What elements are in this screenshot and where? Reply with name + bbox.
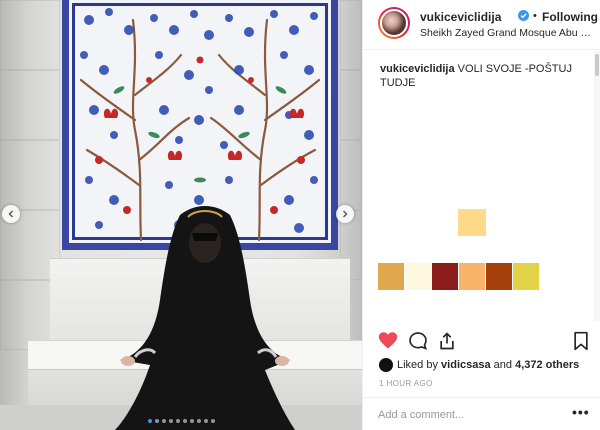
seated-woman-figure xyxy=(115,206,295,430)
heart-icon[interactable] xyxy=(378,331,398,351)
action-bar xyxy=(363,327,600,355)
add-comment-bar: ••• xyxy=(363,397,600,430)
carousel-dot xyxy=(189,419,194,423)
likes-join: and xyxy=(493,359,513,371)
share-icon[interactable] xyxy=(437,331,457,351)
following-button[interactable]: Following xyxy=(542,10,598,24)
wall-tile xyxy=(340,70,362,140)
comments-section: vukiceviclidija VOLI SVOJE -POŠTUJ TUDJE xyxy=(363,51,600,321)
carousel-dot xyxy=(175,419,180,423)
likes-summary: Liked by vidicsasa and 4,372 others xyxy=(379,358,579,372)
caption-color-swatch xyxy=(432,263,458,290)
carousel-dot xyxy=(182,419,187,423)
carousel-dot xyxy=(203,419,208,423)
caption-username[interactable]: vukiceviclidija xyxy=(380,63,455,75)
post-caption: vukiceviclidija VOLI SVOJE -POŠTUJ TUDJE xyxy=(380,62,600,90)
wall-tile xyxy=(0,140,60,210)
bookmark-icon[interactable] xyxy=(571,331,591,351)
more-options-button[interactable]: ••• xyxy=(572,404,590,420)
caption-color-swatch-row xyxy=(378,263,540,290)
comment-input[interactable] xyxy=(378,406,558,424)
avatar-image xyxy=(380,9,408,37)
caption-color-swatch xyxy=(458,209,486,236)
avatar[interactable] xyxy=(378,7,410,39)
chevron-left-icon xyxy=(8,210,13,218)
location-link[interactable]: Sheikh Zayed Grand Mosque Abu Dhabi, U..… xyxy=(420,27,596,39)
post-timestamp[interactable]: 1 HOUR AGO xyxy=(379,379,433,388)
chevron-right-icon xyxy=(343,210,348,218)
wall-tile xyxy=(340,140,362,210)
caption-color-swatch xyxy=(459,263,485,290)
comment-bubble-icon[interactable] xyxy=(408,331,428,351)
carousel-dot xyxy=(161,419,166,423)
caption-color-swatch xyxy=(378,263,404,290)
liker-avatar[interactable] xyxy=(379,358,393,372)
post-sidebar: vukiceviclidija • Following Sheikh Zayed… xyxy=(362,0,600,430)
caption-color-swatch xyxy=(513,263,539,290)
comments-scrollbar-thumb[interactable] xyxy=(595,54,599,76)
comments-scrollbar[interactable] xyxy=(594,51,600,321)
username-link[interactable]: vukiceviclidija xyxy=(420,10,501,24)
caption-color-swatch xyxy=(405,263,431,290)
separator-bullet: • xyxy=(533,10,537,22)
carousel-dot xyxy=(196,419,201,423)
liker-username[interactable]: vidicsasa xyxy=(441,359,491,371)
carousel-dot xyxy=(147,419,152,423)
wall-tile xyxy=(340,0,362,70)
verified-badge-icon xyxy=(518,10,529,21)
carousel-dots xyxy=(0,419,362,423)
carousel-prev-button[interactable] xyxy=(2,205,20,223)
carousel-dot xyxy=(210,419,215,423)
caption-color-swatch xyxy=(486,263,512,290)
post-header: vukiceviclidija • Following Sheikh Zayed… xyxy=(363,0,600,50)
wall-tile xyxy=(0,0,60,70)
post-photo[interactable] xyxy=(0,0,362,430)
likes-count-link[interactable]: 4,372 others xyxy=(515,359,579,371)
carousel-dot xyxy=(168,419,173,423)
wall-tile xyxy=(0,70,60,140)
instagram-post: vukiceviclidija • Following Sheikh Zayed… xyxy=(0,0,600,430)
likes-prefix: Liked by xyxy=(397,359,438,371)
carousel-next-button[interactable] xyxy=(336,205,354,223)
carousel-dot xyxy=(154,419,159,423)
